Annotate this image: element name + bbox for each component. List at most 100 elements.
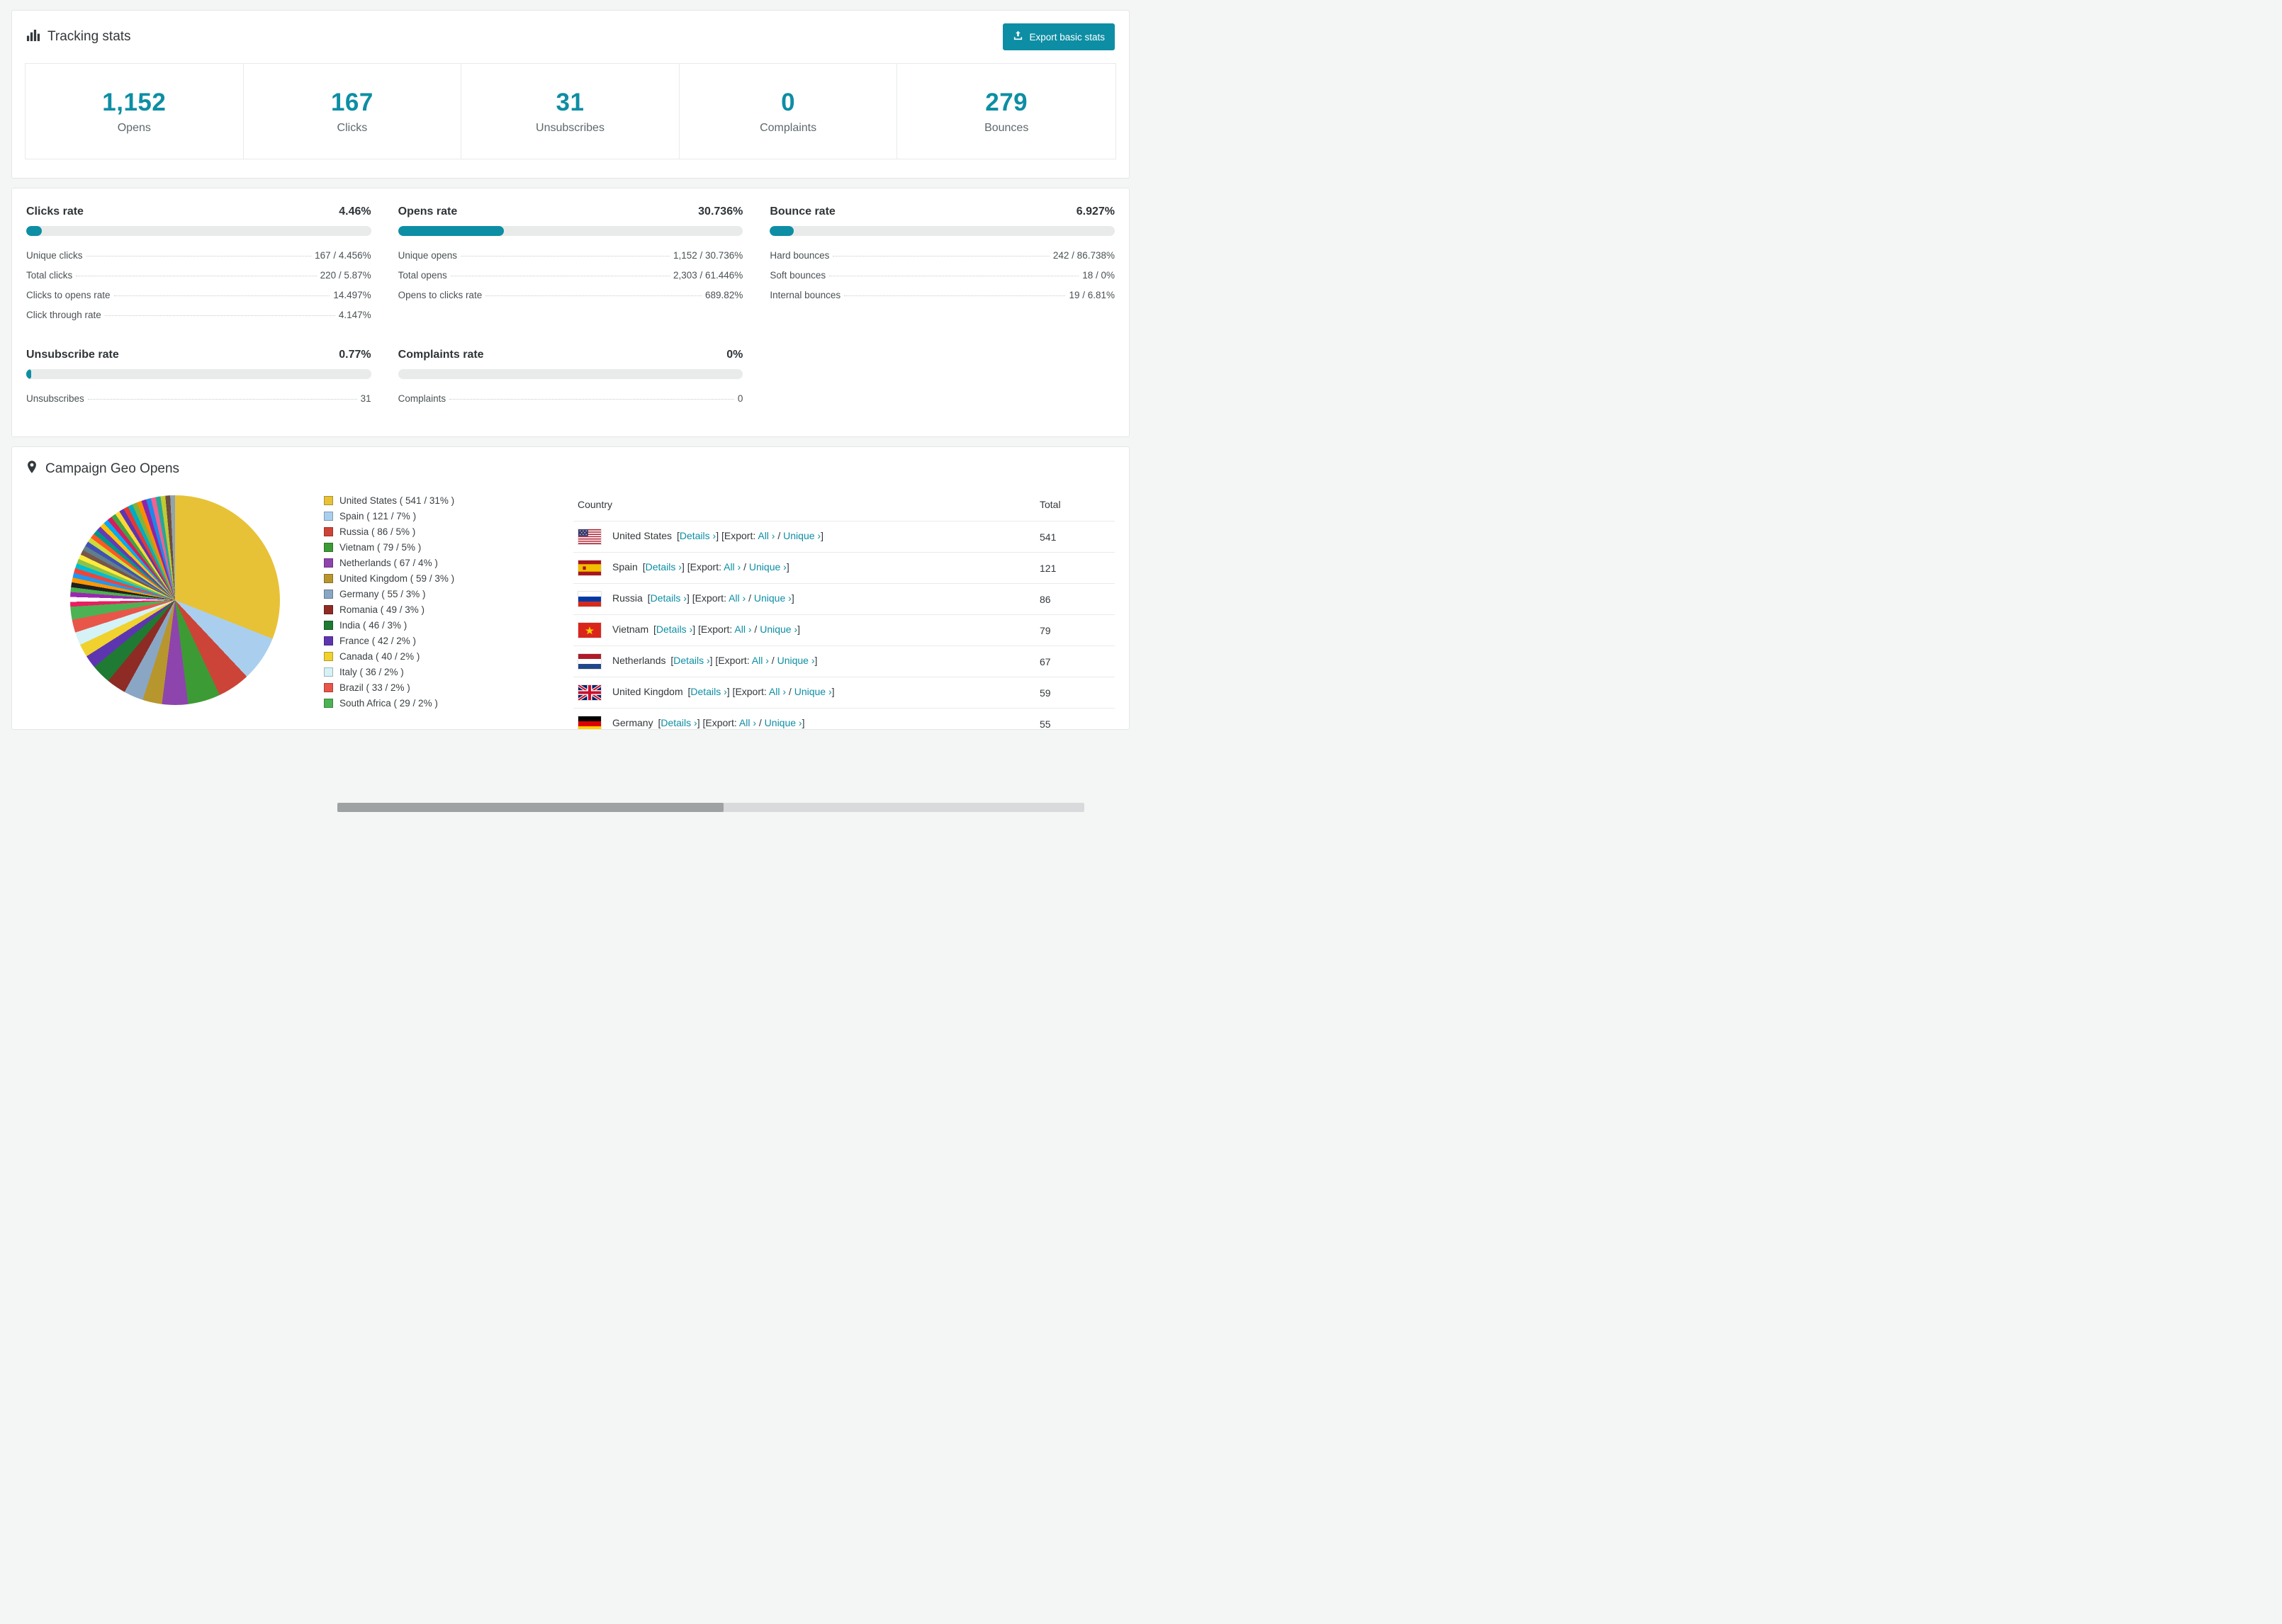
- rate-row-value: 19 / 6.81%: [1069, 289, 1115, 300]
- legend-item-netherlands: Netherlands ( 67 / 4% ): [324, 555, 573, 570]
- stat-label: Bounces: [984, 121, 1029, 134]
- legend-swatch: [324, 667, 333, 677]
- country-name: United Kingdom: [612, 686, 683, 698]
- geo-table-row-united-kingdom: United Kingdom [Details ›] [Export: All …: [573, 677, 1115, 709]
- details-link[interactable]: Details ›: [680, 530, 716, 541]
- export-all-link[interactable]: All ›: [734, 624, 751, 635]
- bracket: [: [674, 530, 680, 542]
- rate-row-opens-to-clicks-rate: Opens to clicks rate 689.82%: [398, 285, 743, 305]
- legend-item-india: India ( 46 / 3% ): [324, 617, 573, 633]
- rate-percent: 0.77%: [339, 349, 371, 361]
- rate-row-value: 167 / 4.456%: [315, 249, 371, 261]
- tracking-stats-title: Tracking stats: [26, 28, 131, 46]
- bracket: [: [684, 561, 690, 573]
- export-unique-link[interactable]: Unique ›: [783, 530, 821, 541]
- details-link[interactable]: Details ›: [661, 717, 697, 728]
- dotted-leader: [485, 295, 702, 296]
- export-all-link[interactable]: All ›: [729, 592, 746, 604]
- legend-label: Russia ( 86 / 5% ): [339, 526, 416, 537]
- stat-value: 31: [556, 88, 585, 116]
- legend-item-romania: Romania ( 49 / 3% ): [324, 602, 573, 617]
- export-icon: [1013, 30, 1023, 43]
- geo-opens-header: Campaign Geo Opens: [12, 447, 1129, 484]
- legend-label: Netherlands ( 67 / 4% ): [339, 557, 438, 568]
- country-cell: Vietnam [Details ›] [Export: All › / Uni…: [573, 614, 1035, 646]
- rate-percent: 0%: [726, 349, 743, 361]
- progress-bar: [398, 226, 743, 236]
- export-basic-stats-button[interactable]: Export basic stats: [1003, 23, 1115, 50]
- legend-label: Canada ( 40 / 2% ): [339, 650, 420, 662]
- details-link[interactable]: Details ›: [673, 655, 709, 666]
- stat-box-clicks: 167 Clicks: [244, 64, 462, 159]
- legend-item-united-kingdom: United Kingdom ( 59 / 3% ): [324, 570, 573, 586]
- geo-table-area: Country Total United States [Details ›] …: [573, 488, 1115, 729]
- rate-row-label: Click through rate: [26, 309, 101, 320]
- details-link[interactable]: Details ›: [656, 624, 692, 635]
- rate-head: Clicks rate 4.46%: [26, 205, 371, 218]
- legend-item-spain: Spain ( 121 / 7% ): [324, 508, 573, 524]
- country-name: Vietnam: [612, 624, 649, 636]
- export-all-link[interactable]: All ›: [769, 686, 786, 697]
- legend-swatch: [324, 542, 333, 552]
- country-name: Spain: [612, 561, 638, 573]
- slash: /: [756, 717, 765, 729]
- slash: /: [746, 592, 754, 604]
- geo-opens-title-text: Campaign Geo Opens: [45, 461, 180, 476]
- slash: /: [768, 655, 777, 667]
- legend-item-south-africa: South Africa ( 29 / 2% ): [324, 695, 573, 711]
- dotted-leader: [104, 315, 335, 316]
- bracket: ]: [821, 530, 824, 542]
- rate-head: Unsubscribe rate 0.77%: [26, 349, 371, 361]
- dotted-leader: [87, 398, 357, 400]
- export-unique-link[interactable]: Unique ›: [749, 561, 787, 573]
- rate-block-bounce-rate: Bounce rate 6.927% Hard bounces 242 / 86.73…: [770, 205, 1115, 325]
- rate-row-label: Internal bounces: [770, 289, 841, 300]
- legend-item-brazil: Brazil ( 33 / 2% ): [324, 680, 573, 695]
- details-link[interactable]: Details ›: [690, 686, 726, 697]
- legend-item-united-states: United States ( 541 / 31% ): [324, 492, 573, 508]
- rate-percent: 4.46%: [339, 205, 371, 218]
- progress-bar: [26, 226, 371, 236]
- export-label: Export:: [690, 561, 721, 573]
- export-unique-link[interactable]: Unique ›: [760, 624, 797, 635]
- geo-table-row-netherlands: Netherlands [Details ›] [Export: All › /…: [573, 645, 1115, 677]
- stat-value: 279: [985, 88, 1028, 116]
- horizontal-scrollbar-track[interactable]: [337, 803, 1084, 812]
- export-unique-link[interactable]: Unique ›: [794, 686, 832, 697]
- export-unique-link[interactable]: Unique ›: [777, 655, 815, 666]
- stat-label: Unsubscribes: [536, 121, 605, 134]
- geo-opens-body: United States ( 541 / 31% ) Spain ( 121 /…: [12, 484, 1129, 729]
- bracket: ]: [814, 655, 818, 667]
- export-all-link[interactable]: All ›: [739, 717, 756, 728]
- export-unique-link[interactable]: Unique ›: [765, 717, 802, 728]
- export-all-link[interactable]: All ›: [724, 561, 741, 573]
- horizontal-scrollbar-thumb[interactable]: [337, 803, 724, 812]
- rate-block-complaints-rate: Complaints rate 0% Complaints 0: [398, 349, 743, 408]
- legend-swatch: [324, 558, 333, 568]
- legend-item-france: France ( 42 / 2% ): [324, 633, 573, 648]
- flag-gb-icon: [578, 684, 602, 701]
- bracket: ]: [786, 561, 789, 573]
- rate-row-value: 2,303 / 61.446%: [673, 269, 743, 281]
- details-link[interactable]: Details ›: [646, 561, 682, 573]
- export-unique-link[interactable]: Unique ›: [754, 592, 792, 604]
- rate-row-value: 18 / 0%: [1082, 269, 1115, 281]
- rates-card: Clicks rate 4.46% Unique clicks 167 / 4.456…: [11, 188, 1130, 437]
- rate-row-label: Complaints: [398, 393, 446, 404]
- country-cell: Germany [Details ›] [Export: All › / Uni…: [573, 708, 1035, 729]
- rate-row-soft-bounces: Soft bounces 18 / 0%: [770, 265, 1115, 285]
- bracket: ]: [791, 592, 794, 604]
- details-link[interactable]: Details ›: [651, 592, 687, 604]
- rate-block-unsubscribe-rate: Unsubscribe rate 0.77% Unsubscribes 31: [26, 349, 371, 408]
- export-all-link[interactable]: All ›: [752, 655, 769, 666]
- location-pin-icon: [26, 460, 38, 478]
- geo-table-header-country: Country: [573, 488, 1035, 521]
- rate-row-click-through-rate: Click through rate 4.147%: [26, 305, 371, 325]
- progress-bar-fill: [398, 226, 505, 236]
- flag-us-icon: [578, 529, 602, 545]
- stat-label: Complaints: [760, 121, 817, 134]
- legend-swatch: [324, 682, 333, 692]
- export-label: Export:: [695, 592, 726, 604]
- export-all-link[interactable]: All ›: [758, 530, 775, 541]
- rate-head: Bounce rate 6.927%: [770, 205, 1115, 218]
